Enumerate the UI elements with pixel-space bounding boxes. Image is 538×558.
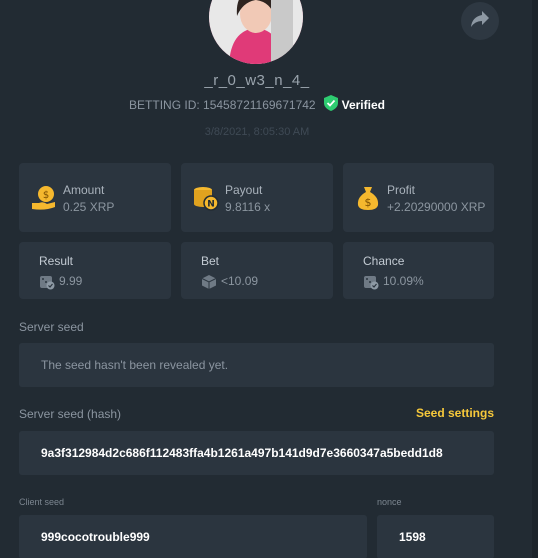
money-bag-icon: $ [355, 185, 381, 211]
payout-value: 9.8116 x [225, 200, 271, 214]
betting-id-row: BETTING ID: 15458721169671742 Verified [0, 95, 514, 114]
result-value: 9.99 [59, 274, 83, 288]
server-seed-label: Server seed [19, 320, 84, 334]
dice-check-icon [39, 274, 55, 290]
bet-value: <10.09 [221, 274, 259, 288]
client-seed-label: Client seed [19, 497, 65, 507]
verified-label: Verified [341, 97, 385, 112]
coin-hand-icon: $ [31, 185, 57, 211]
server-seed-hash-field[interactable]: 9a3f312984d2c686f112483ffa4b1261a497b141… [19, 431, 494, 475]
profit-value: +2.20290000 XRP [387, 200, 486, 214]
chance-value: 10.09% [383, 274, 424, 288]
profit-card: $ Profit +2.20290000 XRP [343, 163, 494, 232]
chance-label: Chance [363, 254, 405, 268]
amount-value: 0.25 XRP [63, 200, 115, 214]
bet-card: Bet <10.09 [181, 242, 333, 299]
svg-text:N: N [207, 200, 215, 210]
result-label: Result [39, 254, 74, 268]
bet-label: Bet [201, 254, 220, 268]
username: _r_0_w3_n_4_ [204, 72, 310, 89]
bet-timestamp: 3/8/2021, 8:05:30 AM [204, 126, 310, 138]
svg-text:$: $ [43, 190, 49, 201]
payout-label: Payout [225, 183, 263, 197]
dice-check-icon [363, 274, 379, 290]
client-seed-field[interactable]: 999cocotrouble999 [19, 515, 367, 558]
server-seed-hash-label: Server seed (hash) [19, 407, 122, 421]
share-button[interactable] [461, 2, 499, 40]
server-seed-field: The seed hasn't been revealed yet. [19, 343, 494, 387]
share-icon [470, 10, 490, 33]
shield-check-icon [323, 95, 338, 114]
nonce-field[interactable]: 1598 [377, 515, 494, 558]
payout-card: N Payout 9.8116 x [181, 163, 333, 232]
avatar [209, 0, 303, 64]
scrollbar[interactable] [532, 0, 538, 558]
verified-badge: Verified [323, 95, 385, 114]
nonce-label: nonce [377, 497, 402, 507]
svg-text:$: $ [365, 196, 372, 209]
result-card: Result 9.99 [19, 242, 171, 299]
profit-label: Profit [387, 183, 416, 197]
cube-icon [201, 274, 217, 290]
amount-label: Amount [63, 183, 105, 197]
betting-id: BETTING ID: 15458721169671742 [129, 97, 316, 112]
amount-card: $ Amount 0.25 XRP [19, 163, 171, 232]
chance-card: Chance 10.09% [343, 242, 494, 299]
coin-stack-icon: N [193, 185, 219, 211]
seed-settings-link[interactable]: Seed settings [416, 406, 494, 420]
